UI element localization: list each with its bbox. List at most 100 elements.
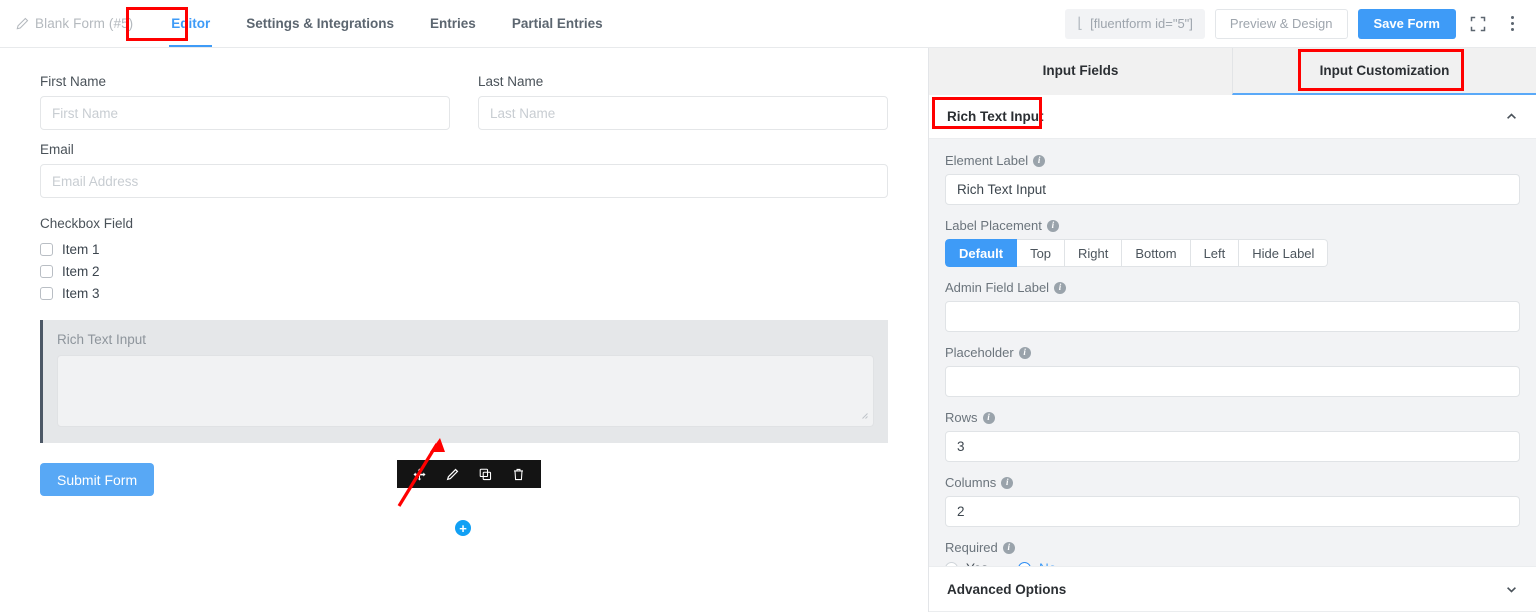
info-icon[interactable]: i [1003, 542, 1015, 554]
panel-tabs: Input Fields Input Customization [929, 48, 1536, 95]
email-group: Email [40, 142, 888, 198]
preview-design-button[interactable]: Preview & Design [1215, 9, 1348, 39]
label-placement-option-top[interactable]: Top [1017, 239, 1065, 267]
label-placement-option-right[interactable]: Right [1065, 239, 1122, 267]
checkbox-group: Checkbox Field Item 1 Item 2 Item 3 [40, 216, 888, 304]
topbar-actions: ⌊ [fluentform id="5"] Preview & Design S… [1065, 9, 1524, 39]
last-name-label: Last Name [478, 74, 888, 89]
required-caption: Required i [945, 540, 1520, 555]
info-icon[interactable]: i [1001, 477, 1013, 489]
rows-field: Rows i [945, 410, 1520, 462]
rows-input[interactable] [945, 431, 1520, 462]
checkbox-item-label: Item 3 [62, 286, 100, 301]
shortcode-display[interactable]: ⌊ [fluentform id="5"] [1065, 9, 1205, 39]
email-input[interactable] [40, 164, 888, 198]
rich-text-field-block[interactable]: Rich Text Input [40, 320, 888, 443]
settings-panel: Input Fields Input Customization Rich Te… [928, 48, 1536, 612]
tab-editor[interactable]: Editor [153, 0, 228, 47]
add-field-button[interactable]: + [455, 520, 471, 536]
last-name-group: Last Name [478, 74, 888, 130]
label-placement-option-hide-label[interactable]: Hide Label [1239, 239, 1328, 267]
tab-partial-entries[interactable]: Partial Entries [494, 0, 621, 47]
trash-icon[interactable] [502, 460, 535, 488]
kebab-menu-icon[interactable] [1500, 12, 1524, 36]
edit-pencil-icon[interactable] [436, 460, 469, 488]
last-name-input[interactable] [478, 96, 888, 130]
field-action-toolbar [397, 460, 541, 488]
name-row: First Name Last Name [40, 74, 888, 130]
rows-text: Rows [945, 410, 978, 425]
save-form-button[interactable]: Save Form [1358, 9, 1456, 39]
form-title[interactable]: Blank Form (#5) [10, 16, 139, 31]
placeholder-input[interactable] [945, 366, 1520, 397]
label-placement-option-default[interactable]: Default [945, 239, 1017, 267]
first-name-label: First Name [40, 74, 450, 89]
info-icon[interactable]: i [1019, 347, 1031, 359]
tab-input-customization[interactable]: Input Customization [1232, 48, 1536, 95]
columns-caption: Columns i [945, 475, 1520, 490]
label-placement-option-left[interactable]: Left [1191, 239, 1240, 267]
info-icon[interactable]: i [983, 412, 995, 424]
form-title-text: Blank Form (#5) [35, 16, 133, 31]
placeholder-field: Placeholder i [945, 345, 1520, 397]
element-label-caption: Element Label i [945, 153, 1520, 168]
accordion-advanced-options[interactable]: Advanced Options [929, 566, 1536, 612]
checkbox-item-1[interactable]: Item 1 [40, 238, 888, 260]
label-placement-segmented-control: Default Top Right Bottom Left Hide Label [945, 239, 1328, 267]
label-placement-field: Label Placement i Default Top Right Bott… [945, 218, 1520, 267]
settings-form: Element Label i Label Placement i Defaul… [929, 139, 1536, 566]
tab-input-fields[interactable]: Input Fields [929, 48, 1232, 95]
info-icon[interactable]: i [1047, 220, 1059, 232]
tab-settings-integrations[interactable]: Settings & Integrations [228, 0, 412, 47]
checkbox-item-3[interactable]: Item 3 [40, 282, 888, 304]
label-placement-option-bottom[interactable]: Bottom [1122, 239, 1190, 267]
checkbox-item-2[interactable]: Item 2 [40, 260, 888, 282]
accordion-title: Rich Text Input [947, 109, 1044, 124]
duplicate-icon[interactable] [469, 460, 502, 488]
checkbox-list: Item 1 Item 2 Item 3 [40, 238, 888, 304]
fluentform-editor-app: Blank Form (#5) Editor Settings & Integr… [0, 0, 1536, 612]
main-nav-tabs: Editor Settings & Integrations Entries P… [153, 0, 620, 47]
label-placement-text: Label Placement [945, 218, 1042, 233]
checkbox-box-icon[interactable] [40, 243, 53, 256]
checkbox-box-icon[interactable] [40, 287, 53, 300]
element-label-field: Element Label i [945, 153, 1520, 205]
advanced-options-title: Advanced Options [947, 582, 1066, 597]
required-text: Required [945, 540, 998, 555]
label-placement-caption: Label Placement i [945, 218, 1520, 233]
chevron-down-icon[interactable] [1505, 583, 1518, 596]
chevron-up-icon[interactable] [1505, 110, 1518, 123]
element-label-input[interactable] [945, 174, 1520, 205]
rows-caption: Rows i [945, 410, 1520, 425]
info-icon[interactable]: i [1033, 155, 1045, 167]
shortcode-bracket-icon: ⌊ [1077, 16, 1083, 31]
accordion-rich-text-input[interactable]: Rich Text Input [929, 95, 1536, 139]
admin-field-label-caption: Admin Field Label i [945, 280, 1520, 295]
expand-icon[interactable] [1466, 12, 1490, 36]
email-label: Email [40, 142, 888, 157]
form-canvas: First Name Last Name Email Checkbox Fiel… [0, 48, 928, 612]
placeholder-caption: Placeholder i [945, 345, 1520, 360]
checkbox-box-icon[interactable] [40, 265, 53, 278]
submit-form-button[interactable]: Submit Form [40, 463, 154, 496]
required-field: Required i Yes No [945, 540, 1520, 566]
shortcode-text: [fluentform id="5"] [1090, 16, 1193, 31]
element-label-text: Element Label [945, 153, 1028, 168]
columns-input[interactable] [945, 496, 1520, 527]
columns-field: Columns i [945, 475, 1520, 527]
editor-body: First Name Last Name Email Checkbox Fiel… [0, 48, 1536, 612]
first-name-input[interactable] [40, 96, 450, 130]
pencil-icon [16, 17, 29, 30]
move-icon[interactable] [403, 460, 436, 488]
tab-entries[interactable]: Entries [412, 0, 494, 47]
rich-text-textarea[interactable] [57, 355, 874, 427]
top-bar: Blank Form (#5) Editor Settings & Integr… [0, 0, 1536, 48]
checkbox-item-label: Item 1 [62, 242, 100, 257]
admin-field-label-field: Admin Field Label i [945, 280, 1520, 332]
first-name-group: First Name [40, 74, 450, 130]
admin-field-label-input[interactable] [945, 301, 1520, 332]
kebab-dots [1511, 16, 1514, 31]
checkbox-item-label: Item 2 [62, 264, 100, 279]
placeholder-text: Placeholder [945, 345, 1014, 360]
info-icon[interactable]: i [1054, 282, 1066, 294]
